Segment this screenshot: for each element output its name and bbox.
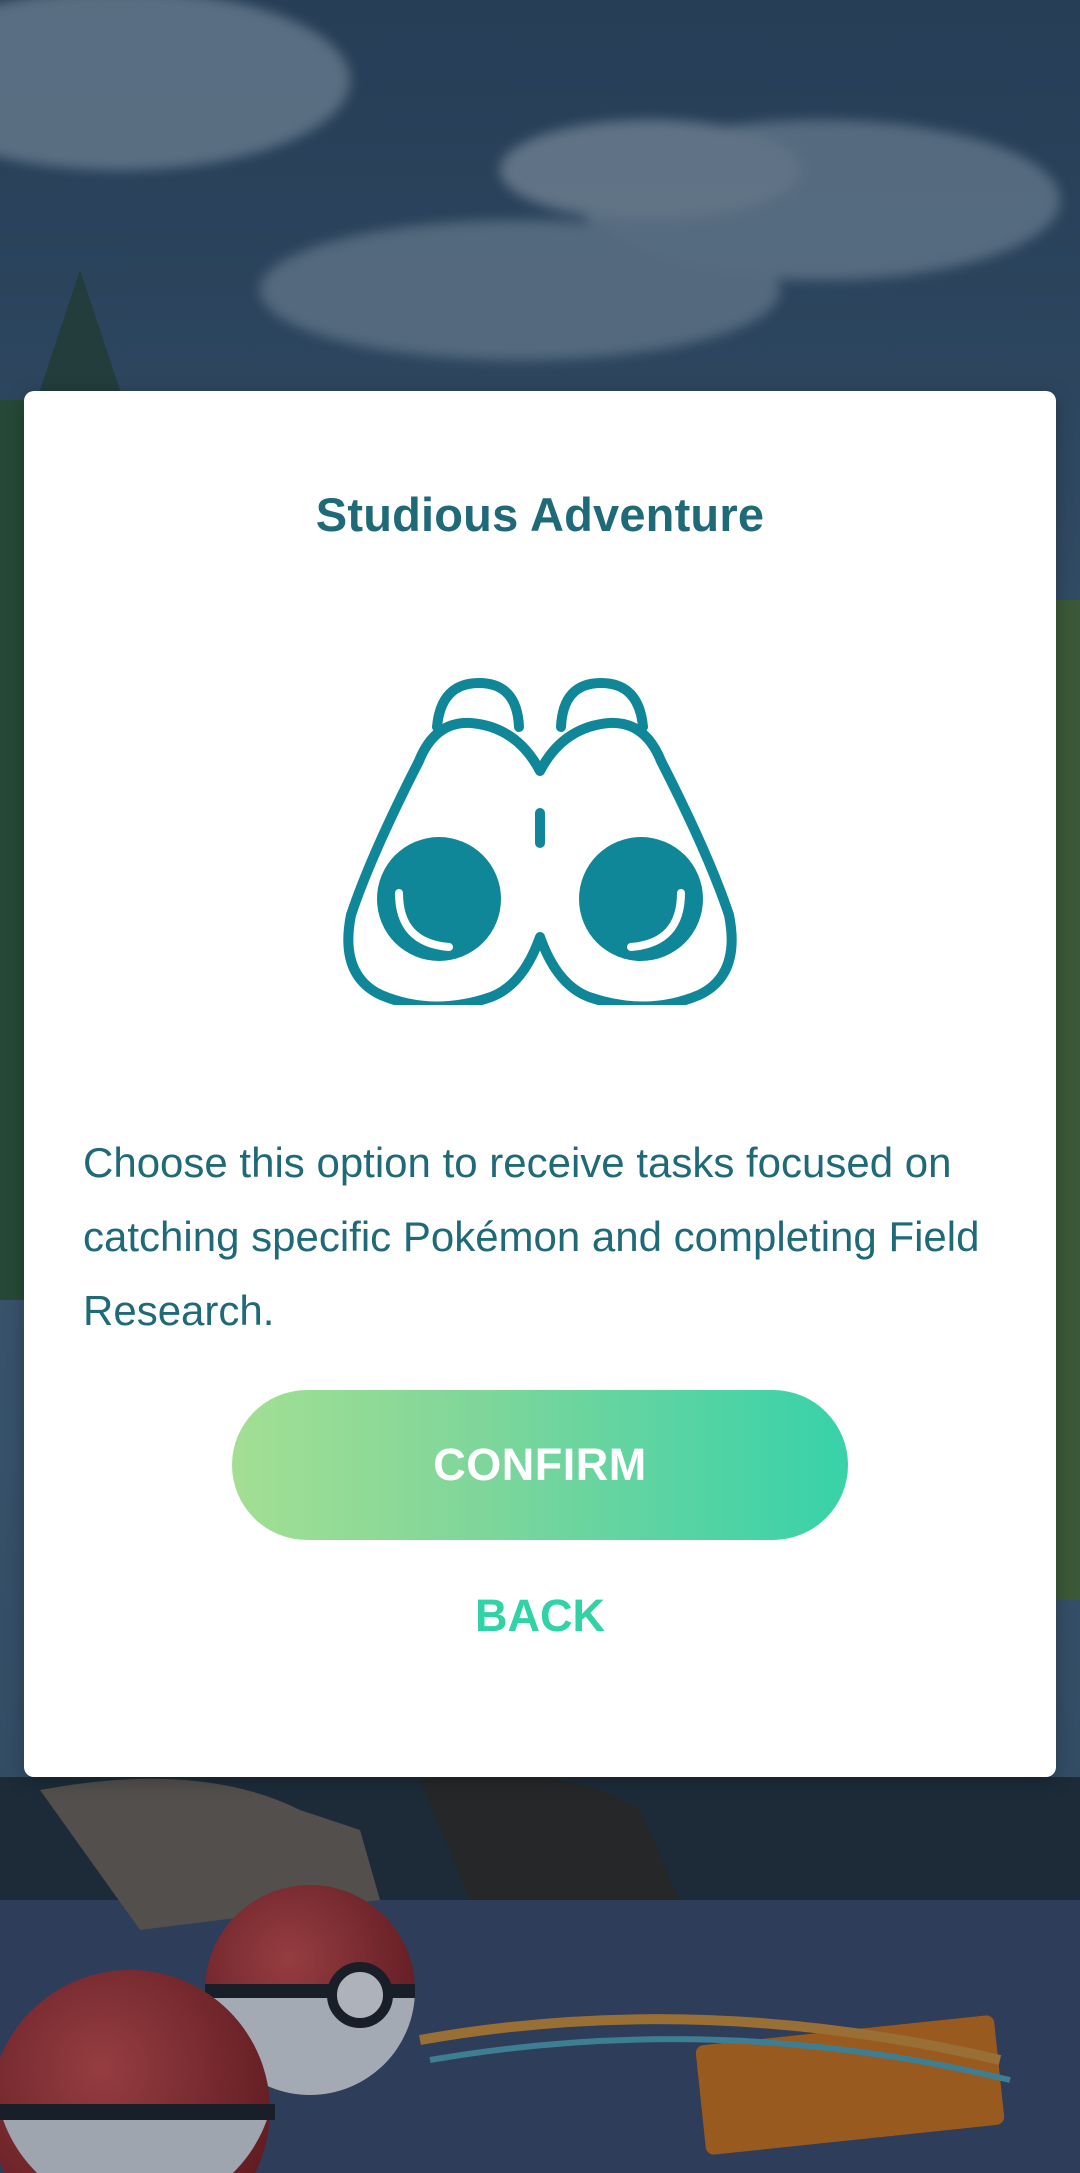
confirm-button[interactable]: CONFIRM — [232, 1390, 848, 1540]
dialog-title: Studious Adventure — [315, 488, 765, 541]
research-choice-dialog: Studious Adventure Choose this option to… — [24, 391, 1056, 1777]
dialog-description: Choose this option to receive tasks focu… — [83, 1139, 980, 1334]
back-button[interactable]: BACK — [440, 1581, 640, 1651]
game-screen: Studious Adventure Choose this option to… — [0, 0, 1080, 2173]
binoculars-icon — [343, 678, 737, 1005]
